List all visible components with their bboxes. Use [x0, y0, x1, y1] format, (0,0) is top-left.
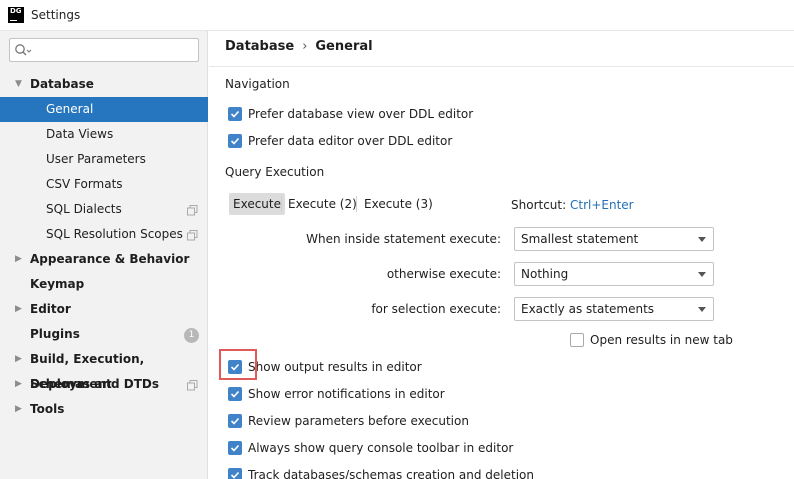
- title-bar: DG Settings: [0, 0, 794, 31]
- sidebar-item-editor[interactable]: ▶ Editor: [0, 297, 208, 322]
- sidebar-item-keymap[interactable]: Keymap: [0, 272, 208, 297]
- header-divider: [209, 66, 794, 67]
- sidebar-item-sql-dialects[interactable]: SQL Dialects: [0, 197, 208, 222]
- inside-statement-label: When inside statement execute:: [306, 232, 501, 246]
- otherwise-execute-select[interactable]: Nothing: [514, 262, 714, 286]
- tab-divider: [281, 196, 282, 212]
- checkbox-checked-icon: [228, 134, 242, 148]
- tab-execute-3[interactable]: Execute (3): [360, 193, 437, 215]
- sidebar-item-general[interactable]: General: [0, 97, 208, 122]
- breadcrumb-parent[interactable]: Database: [225, 39, 294, 54]
- checkbox-checked-icon: [228, 468, 242, 479]
- sidebar-item-database[interactable]: ▼ Database: [0, 72, 208, 97]
- shortcut-label: Shortcut:: [511, 198, 567, 212]
- dropdown-arrow-icon: [698, 237, 706, 242]
- tab-divider: [356, 196, 357, 212]
- sidebar-item-tools[interactable]: ▶ Tools: [0, 397, 208, 422]
- tab-execute[interactable]: Execute: [229, 193, 285, 215]
- chevron-right-icon: ▶: [15, 354, 22, 364]
- sidebar-item-user-parameters[interactable]: User Parameters: [0, 147, 208, 172]
- inside-statement-select[interactable]: Smallest statement: [514, 227, 714, 251]
- breadcrumb: Database › General: [225, 39, 373, 54]
- sidebar-item-csv-formats[interactable]: CSV Formats: [0, 172, 208, 197]
- chevron-right-icon: ▶: [15, 254, 22, 264]
- sidebar-item-plugins[interactable]: Plugins 1: [0, 322, 208, 347]
- sidebar-item-build-execution-deployment[interactable]: ▶ Build, Execution, Deployment: [0, 347, 208, 391]
- sidebar-item-data-views[interactable]: Data Views: [0, 122, 208, 147]
- checkbox-checked-icon: [228, 107, 242, 121]
- selection-execute-label: for selection execute:: [371, 302, 501, 316]
- breadcrumb-current: General: [315, 39, 373, 54]
- navigation-section-title: Navigation: [225, 77, 290, 91]
- otherwise-execute-label: otherwise execute:: [386, 267, 501, 281]
- chevron-right-icon: ▶: [15, 404, 22, 414]
- settings-content: Database › General Navigation Prefer datab…: [209, 31, 794, 479]
- chevron-down-icon: ▼: [15, 79, 22, 89]
- tab-execute-2[interactable]: Execute (2): [284, 193, 361, 215]
- checkbox-unchecked-icon: [570, 333, 584, 347]
- search-icon: [15, 44, 32, 56]
- search-input[interactable]: [9, 38, 199, 62]
- sidebar-item-sql-resolution-scopes[interactable]: SQL Resolution Scopes: [0, 222, 208, 247]
- window-title: Settings: [31, 8, 81, 22]
- copy-icon: [187, 380, 198, 391]
- update-count-badge: 1: [184, 328, 199, 343]
- dropdown-arrow-icon: [698, 272, 706, 277]
- sidebar-item-appearance-behavior[interactable]: ▶ Appearance & Behavior: [0, 247, 208, 272]
- copy-icon: [187, 205, 198, 216]
- chevron-right-icon: ▶: [15, 304, 22, 314]
- checkbox-checked-icon: [228, 414, 242, 428]
- selection-execute-select[interactable]: Exactly as statements: [514, 297, 714, 321]
- chevron-right-icon: ▶: [15, 379, 22, 389]
- sidebar-item-schemas-dtds[interactable]: ▶ Schemas and DTDs: [0, 372, 208, 397]
- datagrip-logo-icon: DG: [8, 7, 24, 23]
- breadcrumb-separator: ›: [302, 39, 308, 54]
- highlight-box: [219, 349, 257, 380]
- checkbox-checked-icon: [228, 387, 242, 401]
- query-execution-section-title: Query Execution: [225, 165, 325, 179]
- settings-sidebar: ▼ Database General Data Views User Param…: [0, 31, 208, 479]
- checkbox-checked-icon: [228, 441, 242, 455]
- shortcut-link[interactable]: Ctrl+Enter: [570, 198, 634, 212]
- dropdown-arrow-icon: [698, 307, 706, 312]
- copy-icon: [187, 230, 198, 241]
